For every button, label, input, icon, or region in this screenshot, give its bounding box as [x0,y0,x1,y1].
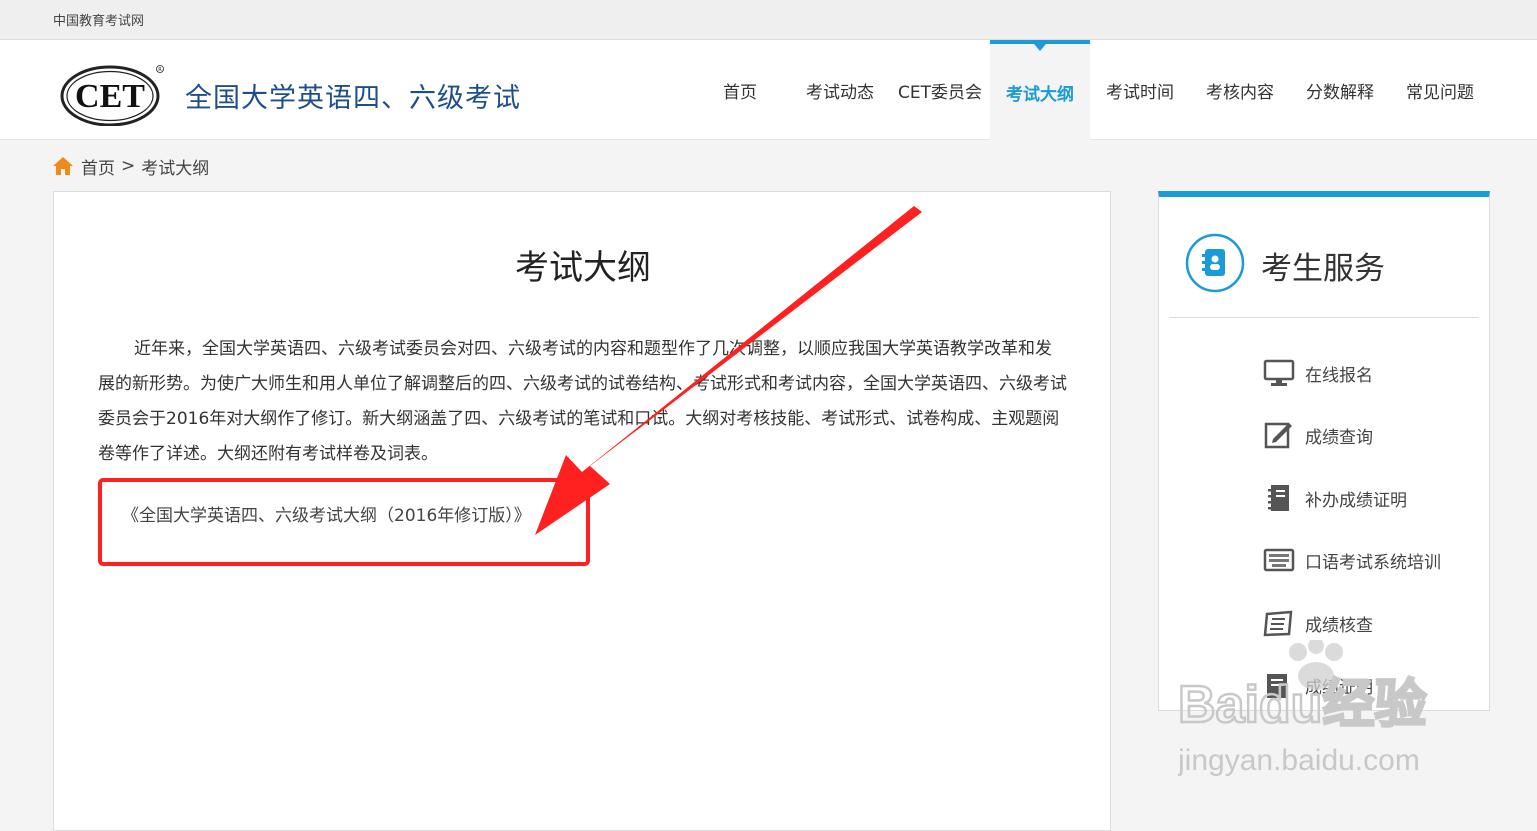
monitor-icon [1263,359,1295,386]
service-oral-training[interactable]: 口语考试系统培训 [1263,544,1441,576]
breadcrumb-current: 考试大纲 [141,158,210,179]
top-site-name[interactable]: 中国教育考试网 [53,10,144,29]
cet-logo[interactable]: CET R [60,60,164,126]
annotation-highlight-box [98,478,590,566]
student-services-panel: 考生服务 在线报名 成绩查询 补办成绩证明 口语考试系统培训 成绩核查 成绩证明 [1158,191,1490,711]
watermark-url: jingyan.baidu.com [1178,744,1420,777]
certificate-icon [1267,674,1287,698]
nav-cet-committee[interactable]: CET委员会 [890,40,990,140]
nav-faq[interactable]: 常见问题 [1390,40,1490,140]
breadcrumb-home[interactable]: 首页 [81,154,115,179]
service-reissue-certificate[interactable]: 补办成绩证明 [1263,482,1407,514]
service-label: 补办成绩证明 [1305,490,1407,511]
keyboard-icon [1263,548,1295,572]
breadcrumb: 首页 > 考试大纲 [52,154,210,179]
nav-score-explain[interactable]: 分数解释 [1290,40,1390,140]
nav-exam-time[interactable]: 考试时间 [1090,40,1190,140]
services-header: 考生服务 [1159,197,1489,317]
book-icon [1263,610,1293,637]
service-score-certificate[interactable]: 成绩证明 [1263,669,1373,701]
site-title[interactable]: 全国大学英语四、六级考试 [185,76,521,115]
nav-syllabus[interactable]: 考试大纲 [990,40,1090,140]
service-score-query[interactable]: 成绩查询 [1263,419,1373,451]
main-nav: 首页 考试动态 CET委员会 考试大纲 考试时间 考核内容 分数解释 常见问题 [690,40,1490,140]
service-label: 成绩证明 [1305,677,1373,698]
user-card-icon [1185,233,1245,293]
home-icon[interactable] [52,156,74,176]
service-label: 口语考试系统培训 [1305,552,1441,573]
header: CET R 全国大学英语四、六级考试 首页 考试动态 CET委员会 考试大纲 考… [0,40,1537,140]
article-title: 考试大纲 [515,248,651,288]
edit-icon [1264,422,1292,449]
top-bar: 中国教育考试网 [0,0,1537,40]
services-title: 考生服务 [1261,251,1385,287]
breadcrumb-separator: > [121,156,136,176]
service-label: 成绩核查 [1305,615,1373,636]
notebook-icon [1268,485,1289,511]
services-divider [1169,317,1479,318]
nav-content[interactable]: 考核内容 [1190,40,1290,140]
service-label: 在线报名 [1305,365,1373,386]
logo-text: CET [75,78,145,115]
service-online-registration[interactable]: 在线报名 [1263,357,1373,389]
nav-home[interactable]: 首页 [690,40,790,140]
article-paragraph: 近年来，全国大学英语四、六级考试委员会对四、六级考试的内容和题型作了几次调整，以… [98,339,1067,464]
svg-text:R: R [158,67,162,73]
nav-exam-news[interactable]: 考试动态 [790,40,890,140]
service-score-review[interactable]: 成绩核查 [1263,607,1373,639]
service-label: 成绩查询 [1305,427,1373,448]
